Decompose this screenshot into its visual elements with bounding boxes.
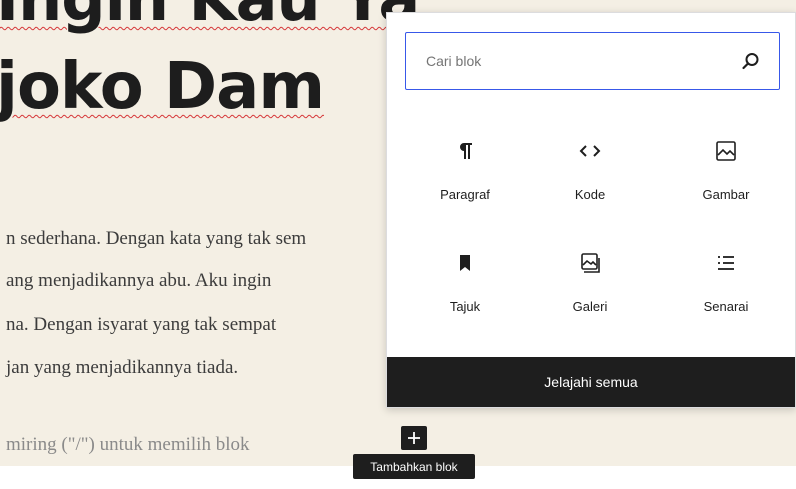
add-block-button[interactable] — [401, 426, 427, 450]
list-icon — [718, 256, 734, 270]
block-placeholder[interactable]: miring ("/") untuk memilih blok — [6, 434, 250, 456]
plus-icon — [408, 432, 420, 444]
paragraph-line[interactable]: na. Dengan isyarat yang tak sempat — [6, 314, 276, 336]
paragraph-line[interactable]: ang menjadikannya abu. Aku ingin — [6, 270, 271, 292]
browse-all-label: Jelajahi semua — [544, 374, 638, 390]
block-label: Tajuk — [449, 299, 481, 314]
block-item-heading[interactable]: Tajuk — [410, 235, 520, 315]
block-inserter-popover: Paragraf Kode Gambar Tajuk — [386, 12, 796, 408]
block-label: Kode — [574, 187, 606, 202]
block-label: Gambar — [702, 187, 750, 202]
block-search-box[interactable] — [405, 32, 780, 90]
add-block-tooltip: Tambahkan blok — [353, 454, 475, 479]
paragraph-line[interactable]: n sederhana. Dengan kata yang tak sem — [6, 228, 306, 250]
search-icon — [742, 53, 759, 70]
post-title-line-2[interactable]: joko Dam — [0, 50, 325, 124]
code-icon — [579, 145, 601, 157]
bookmark-icon — [460, 255, 470, 271]
paragraph-icon — [460, 143, 472, 159]
block-item-image[interactable]: Gambar — [671, 123, 781, 203]
block-item-paragraph[interactable]: Paragraf — [410, 123, 520, 203]
image-icon — [716, 141, 736, 161]
paragraph-line[interactable]: jan yang menjadikannya tiada. — [6, 357, 238, 379]
block-label: Galeri — [572, 299, 608, 314]
block-item-gallery[interactable]: Galeri — [535, 235, 645, 315]
post-title-line-1[interactable]: Ingin Kau Ya — [0, 0, 420, 35]
block-label: Paragraf — [440, 187, 490, 202]
block-search-input[interactable] — [426, 53, 726, 69]
block-label: Senarai — [703, 299, 749, 314]
block-item-list[interactable]: Senarai — [671, 235, 781, 315]
block-item-code[interactable]: Kode — [535, 123, 645, 203]
gallery-icon — [581, 253, 600, 273]
browse-all-button[interactable]: Jelajahi semua — [387, 357, 795, 407]
